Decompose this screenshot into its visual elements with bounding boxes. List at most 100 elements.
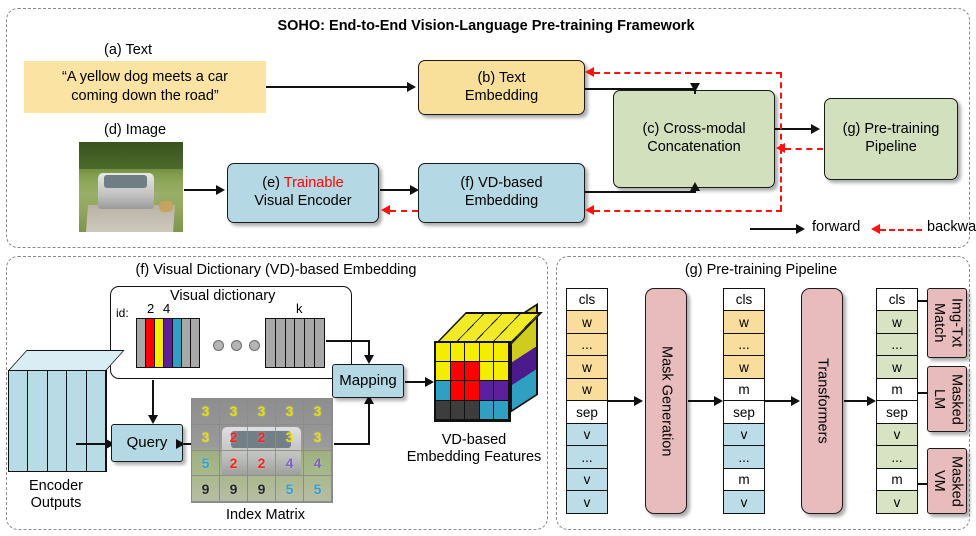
dictionary-bar-k-3 — [295, 319, 306, 367]
box-visual-encoder-line2: Visual Encoder — [254, 193, 352, 209]
token-input-tokens-3: w — [566, 355, 608, 380]
dictionary-bar-2 — [155, 319, 164, 367]
token-output-tokens-4: m — [876, 377, 918, 402]
box-text-embedding[interactable]: (b) Text Embedding — [418, 60, 585, 115]
box-visual-encoder[interactable]: (e) Trainable Visual Encoder — [227, 163, 379, 223]
legend-backward-line — [880, 229, 922, 231]
box-vd-embedding-line2: Embedding — [464, 193, 539, 209]
box-head-masked-lm[interactable]: Masked LM — [927, 366, 967, 432]
token-masked-tokens-0: cls — [723, 288, 765, 312]
figure-root: SOHO: End-to-End Vision-Language Pre-tra… — [0, 0, 976, 536]
box-vd-embedding-line1: (f) VD-based — [460, 175, 543, 192]
arrow-encoder-to-query — [76, 443, 108, 445]
box-visual-encoder-line1: (e) Trainable — [262, 175, 343, 193]
box-transformers-label: Transformers — [814, 358, 831, 444]
encoder-outputs-label-l1: Encoder — [28, 478, 83, 494]
arrowhead-image-to-encoder — [216, 185, 225, 195]
box-mask-generation[interactable]: Mask Generation — [645, 288, 687, 514]
token-input-tokens-2: ... — [566, 332, 608, 357]
backward-pipeline-to-cross — [785, 148, 823, 150]
arrow-image-to-encoder — [184, 189, 218, 191]
input-image-thumbnail — [79, 142, 183, 232]
box-visual-encoder-prefix: (e) — [262, 175, 284, 192]
visual-dictionary-bars-right — [265, 318, 325, 368]
cube-cell — [436, 342, 451, 362]
encoder-outputs-slab — [8, 350, 125, 472]
arrow-matrix-to-mapping-v — [368, 400, 370, 444]
box-head-img-txt-match[interactable]: Img-Txt Match — [927, 288, 967, 358]
arrowhead-query-to-matrix — [176, 439, 185, 449]
cube-front-grid — [434, 340, 511, 422]
arrowhead-transformers-to-col3 — [867, 396, 876, 406]
box-transformers[interactable]: Transformers — [801, 288, 843, 514]
arrowhead-vdemb-to-cross — [690, 182, 700, 191]
backward-vd-to-encoder — [390, 210, 418, 212]
box-mask-generation-label: Mask Generation — [658, 345, 675, 457]
token-masked-tokens-3: w — [723, 355, 765, 380]
box-cross-modal-line2: Concatenation — [647, 139, 741, 155]
box-head-masked-vm[interactable]: Masked VM — [927, 448, 967, 514]
box-query[interactable]: Query — [111, 424, 183, 462]
index-matrix-cell: 9 — [248, 476, 276, 502]
visual-dictionary-ellipsis — [213, 340, 260, 351]
token-output-tokens-3: w — [876, 355, 918, 380]
arrow-col1-to-mask — [608, 400, 636, 402]
visual-dictionary-id-k: k — [296, 301, 303, 316]
token-output-tokens-5: sep — [876, 400, 918, 425]
vd-feature-cube — [434, 302, 543, 422]
token-masked-tokens-7: ... — [723, 445, 765, 470]
token-output-tokens-8: m — [876, 467, 918, 492]
dictionary-bar-k-1 — [275, 319, 286, 367]
index-matrix-cell: 2 — [248, 450, 276, 477]
token-input-tokens-9: v — [566, 490, 608, 515]
box-pretraining-line1: (g) Pre-training — [842, 121, 940, 138]
box-mapping[interactable]: Mapping — [332, 364, 404, 398]
encoder-outputs-label: Encoder Outputs — [6, 478, 106, 513]
box-pretraining-pipeline[interactable]: (g) Pre-training Pipeline — [824, 98, 958, 180]
backward-head-to-textemb — [585, 67, 594, 77]
visual-dictionary-title: Visual dictionary — [170, 288, 276, 304]
cube-cell — [494, 361, 509, 382]
dictionary-bar-3 — [164, 319, 173, 367]
pipeline-panel-title: (g) Pre-training Pipeline — [684, 262, 838, 278]
arrowhead-cross-to-pipeline — [811, 124, 820, 134]
dictionary-bar-4 — [173, 319, 182, 367]
encoder-outputs-face — [8, 369, 106, 472]
cube-cell — [465, 361, 480, 382]
visual-dictionary-id-label: id: — [116, 306, 129, 320]
index-matrix-cell: 5 — [276, 476, 304, 502]
visual-dictionary-bars-left — [136, 318, 200, 368]
index-matrix-cell: 2 — [248, 424, 276, 451]
token-input-tokens-1: w — [566, 310, 608, 335]
cube-cell — [450, 342, 466, 362]
box-vd-embedding[interactable]: (f) VD-based Embedding — [418, 163, 585, 223]
index-matrix-labels: 33333322335224499955 — [191, 398, 333, 503]
arrow-encoder-to-vd — [380, 189, 412, 191]
cube-cell — [450, 381, 466, 401]
dictionary-bar-6 — [191, 319, 199, 367]
arrowhead-col2-to-transformers — [791, 396, 800, 406]
cube-cell — [465, 342, 480, 362]
cube-cell — [450, 361, 466, 382]
index-matrix-cell: 3 — [304, 399, 332, 425]
head-img-txt-match-l1: Img-Txt — [948, 298, 965, 348]
backward-head-to-vd — [585, 205, 594, 215]
backward-cross-to-textemb-h — [594, 72, 782, 74]
arrowhead-text-to-embedding — [407, 82, 416, 92]
index-matrix-cell: 3 — [192, 399, 220, 425]
head-img-txt-match-l2: Match — [931, 303, 947, 343]
cube-cell — [494, 381, 509, 401]
box-pretraining-line2: Pipeline — [865, 139, 917, 155]
box-cross-modal-line1: (c) Cross-modal — [642, 121, 746, 138]
head-img-txt-match-label: Img-Txt Match — [930, 298, 965, 348]
head-masked-vm-label: Masked VM — [930, 456, 964, 507]
dictionary-bar-0 — [137, 319, 146, 367]
index-matrix-cell: 2 — [220, 424, 248, 451]
backward-cross-vertical — [780, 72, 782, 150]
backward-cross-down — [780, 148, 782, 211]
caption-d-image: (d) Image — [104, 122, 167, 138]
backward-cross-to-vd-h — [594, 210, 782, 212]
box-cross-modal[interactable]: (c) Cross-modal Concatenation — [613, 90, 775, 188]
arrowhead-dict-to-mapping — [364, 355, 374, 364]
token-input-tokens-7: ... — [566, 445, 608, 470]
